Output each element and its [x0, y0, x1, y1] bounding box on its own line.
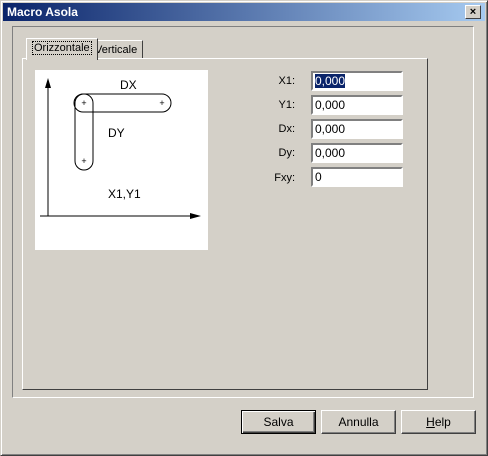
save-button[interactable]: Salva [241, 410, 316, 434]
close-icon: × [469, 6, 477, 18]
fxy-field[interactable]: 0 [311, 167, 403, 187]
dx-field-label: Dx: [278, 123, 296, 135]
help-button-label: elp [434, 415, 451, 429]
plus-marker: + [81, 98, 86, 108]
dx-value: 0,000 [315, 122, 346, 136]
plus-marker: + [159, 98, 164, 108]
y-axis-arrow [45, 78, 51, 88]
x-axis-arrow [190, 213, 201, 219]
help-button[interactable]: Help [401, 410, 476, 434]
x1-value: 0,000 [315, 74, 346, 88]
close-button[interactable]: × [465, 5, 481, 19]
fxy-label: Fxy: [274, 172, 295, 184]
help-mnemonic: H [426, 415, 435, 429]
dy-value: 0,000 [315, 146, 346, 160]
x1-field[interactable]: 0,000 [311, 71, 403, 91]
window-title: Macro Asola [7, 5, 78, 19]
dy-label: DY [108, 126, 125, 140]
title-bar[interactable]: Macro Asola × [3, 3, 485, 21]
origin-label: X1,Y1 [108, 187, 141, 201]
slot-diagram-svg: + + + DX DY X1,Y1 [40, 78, 201, 219]
dy-field-label: Dy: [278, 147, 296, 159]
cancel-button[interactable]: Annulla [321, 410, 396, 434]
slot-diagram: + + + DX DY X1,Y1 [35, 70, 208, 250]
save-button-label: Salva [263, 415, 294, 429]
tab-verticale-label: Verticale [95, 44, 138, 56]
dy-field[interactable]: 0,000 [311, 143, 403, 163]
tab-orizzontale-label: Orizzontale [32, 41, 92, 55]
y1-label: Y1: [278, 99, 295, 111]
y1-field[interactable]: 0,000 [311, 95, 403, 115]
cancel-button-label: Annulla [338, 415, 379, 429]
horizontal-slot [73, 93, 172, 113]
plus-marker: + [81, 156, 86, 166]
dx-field[interactable]: 0,000 [311, 119, 403, 139]
dx-label: DX [120, 78, 137, 92]
tab-orizzontale[interactable]: Orizzontale [26, 38, 98, 60]
y1-value: 0,000 [315, 98, 346, 112]
x1-label: X1: [278, 75, 295, 87]
fxy-value: 0 [315, 170, 322, 184]
